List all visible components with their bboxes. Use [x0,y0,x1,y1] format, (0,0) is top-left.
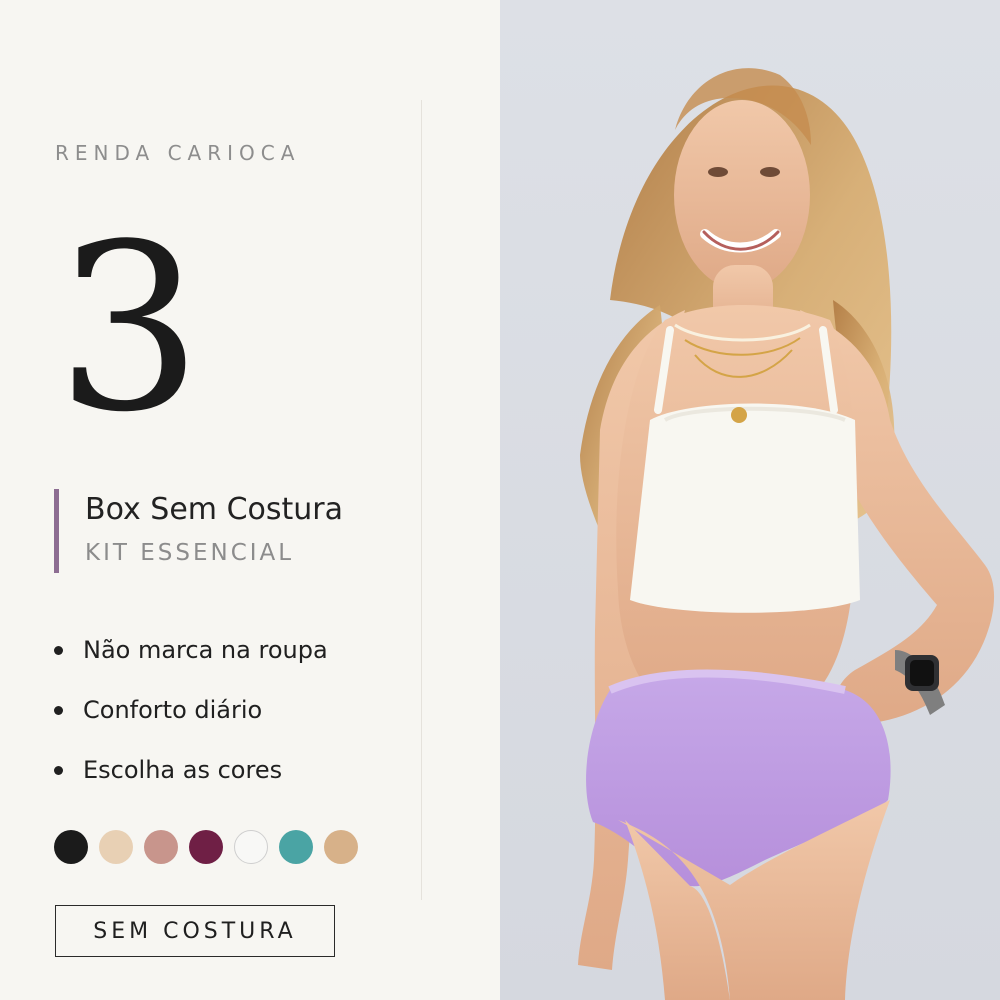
product-title: Box Sem Costura [85,492,343,527]
model-photo [500,0,1000,1000]
swatch-nude[interactable] [99,830,133,864]
info-panel: RENDA CARIOCA 3 Box Sem Costura KIT ESSE… [0,0,500,1000]
model-photo-illustration [578,68,995,1000]
vertical-divider [421,100,422,900]
swatch-white[interactable] [234,830,268,864]
feature-label: Conforto diário [83,696,263,724]
product-card: RENDA CARIOCA 3 Box Sem Costura KIT ESSE… [0,0,1000,1000]
product-subtitle: KIT ESSENCIAL [85,540,295,566]
feature-label: Escolha as cores [83,756,283,784]
bullet-icon [54,645,63,655]
feature-item: Escolha as cores [54,740,328,800]
swatch-black[interactable] [54,830,88,864]
bullet-icon [54,705,63,715]
brand-name: RENDA CARIOCA [55,141,301,165]
accent-bar [54,489,59,573]
feature-list: Não marca na roupa Conforto diário Escol… [54,620,328,800]
swatch-teal[interactable] [279,830,313,864]
feature-item: Não marca na roupa [54,620,328,680]
seamless-tag: SEM COSTURA [55,905,335,957]
kit-count: 3 [56,196,203,463]
color-swatches [54,830,358,864]
swatch-rose[interactable] [144,830,178,864]
feature-label: Não marca na roupa [83,636,328,664]
feature-item: Conforto diário [54,680,328,740]
swatch-wine[interactable] [189,830,223,864]
bullet-icon [54,765,63,775]
swatch-tan[interactable] [324,830,358,864]
